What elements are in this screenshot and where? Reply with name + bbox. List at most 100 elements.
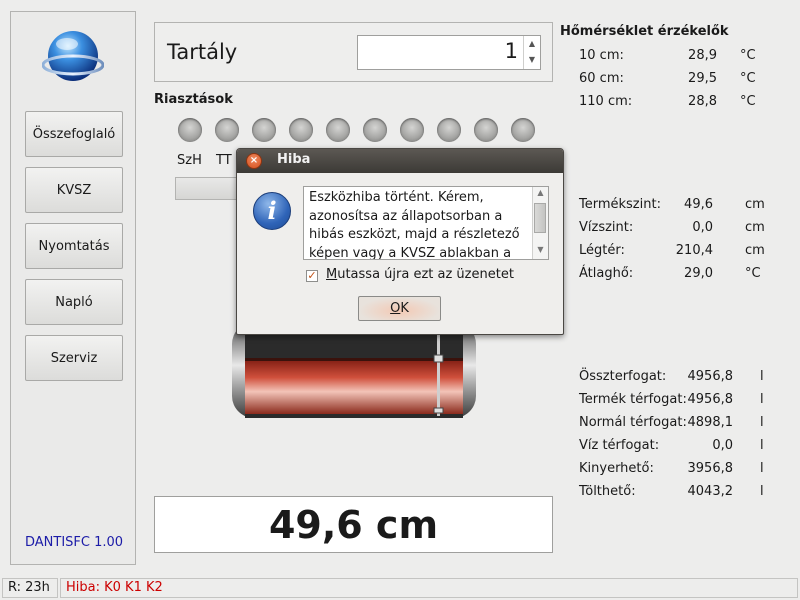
level-display: 49,6 cm [154,496,553,553]
logo-icon [42,31,104,81]
temp-value: 28,8 [688,94,717,109]
temp-label: 60 cm: [579,71,624,86]
volume-unit: l [760,392,764,407]
level-row-airspace: Légtér: 210,4 cm [579,243,779,261]
runtime-status: R: 23h [2,578,58,598]
alarm-led-8 [437,118,461,142]
dialog-title: Hiba [277,152,311,167]
alarm-led-10 [511,118,535,142]
tank-label: Tartály [167,40,238,64]
message-scrollbar[interactable]: ▲ ▼ [532,187,548,259]
volume-value: 0,0 [712,438,733,453]
alarm-led-4 [289,118,313,142]
level-unit: cm [745,197,765,212]
show-again-checkbox[interactable]: ✓ [306,270,318,282]
volume-label: Tölthető: [579,484,636,499]
version-label: DANTISFC 1.00 [25,535,124,550]
temp-value: 28,9 [688,48,717,63]
spinbox-arrows[interactable]: ▲ ▼ [523,36,540,69]
print-button[interactable]: Nyomtatás [25,223,123,269]
level-unit: °C [745,266,761,281]
temp-row-110cm: 110 cm: 28,8 °C [579,94,759,112]
volume-label: Összterfogat: [579,369,667,384]
kvsz-button-label: KVSZ [56,182,92,198]
level-value: 29,0 [684,266,713,281]
alarms-title: Riasztások [154,92,233,107]
volume-value: 4043,2 [687,484,734,499]
volume-row-fillable: Tölthető: 4043,2 l [579,484,779,502]
close-icon[interactable]: × [246,153,262,169]
level-value: 210,4 [675,243,713,258]
kvsz-button[interactable]: KVSZ [25,167,123,213]
level-value: 49,6 [684,197,713,212]
temp-unit: °C [740,94,756,109]
log-button[interactable]: Napló [25,279,123,325]
scrollbar-thumb[interactable] [534,203,546,233]
alarm-led-9 [474,118,498,142]
tank-graphic [232,322,476,418]
volume-value: 3956,8 [687,461,734,476]
alarm-led-7 [400,118,424,142]
level-value: 0,0 [692,220,713,235]
volume-row-product: Termék térfogat: 4956,8 l [579,392,779,410]
volume-unit: l [760,461,764,476]
chevron-up-icon[interactable]: ▲ [524,36,540,52]
level-row-avg-temp: Átlaghő: 29,0 °C [579,266,779,284]
service-button[interactable]: Szerviz [25,335,123,381]
level-unit: cm [745,243,765,258]
dialog-titlebar[interactable]: × Hiba [237,149,563,173]
level-label: Vízszint: [579,220,634,235]
temp-value: 29,5 [688,71,717,86]
level-label: Légtér: [579,243,625,258]
volume-label: Termék térfogat: [579,392,687,407]
log-button-label: Napló [55,294,93,310]
temp-label: 110 cm: [579,94,633,109]
service-button-label: Szerviz [50,350,98,366]
tank-number-spinbox[interactable]: 1 ▲ ▼ [357,35,541,70]
summary-button[interactable]: Összefoglaló [25,111,123,157]
volume-row-total: Összterfogat: 4956,8 l [579,369,779,387]
alarm-detail-bar [175,177,241,200]
level-label: Átlaghő: [579,266,634,281]
volume-unit: l [760,438,764,453]
volume-label: Víz térfogat: [579,438,660,453]
show-again-label[interactable]: Mutassa újra ezt az üzenetet [326,267,514,282]
temp-row-60cm: 60 cm: 29,5 °C [579,71,759,89]
error-status: Hiba: K0 K1 K2 [60,578,798,598]
temperature-sensors-title: Hőmérséklet érzékelők [560,24,729,39]
temp-unit: °C [740,48,756,63]
alarm-led-5 [326,118,350,142]
chevron-down-icon[interactable]: ▼ [524,52,540,68]
volume-unit: l [760,369,764,384]
level-row-product: Termékszint: 49,6 cm [579,197,779,215]
level-unit: cm [745,220,765,235]
print-button-label: Nyomtatás [38,238,110,254]
volume-row-water: Víz térfogat: 0,0 l [579,438,779,456]
chevron-down-icon[interactable]: ▼ [533,245,548,254]
ok-button-label: OK [390,301,409,316]
temp-row-10cm: 10 cm: 28,9 °C [579,48,759,66]
level-row-water: Vízszint: 0,0 cm [579,220,779,238]
alarm-led-6 [363,118,387,142]
volume-label: Normál térfogat: [579,415,687,430]
temp-unit: °C [740,71,756,86]
alarm-label-szh: SzH [177,153,202,168]
alarm-led-1 [178,118,202,142]
volume-label: Kinyerhető: [579,461,654,476]
info-icon: i [253,192,291,230]
tank-number-value: 1 [504,39,518,63]
check-icon: ✓ [307,269,317,282]
volume-row-normal: Normál térfogat: 4898,1 l [579,415,779,433]
ok-button[interactable]: OK [358,296,441,321]
volume-value: 4956,8 [687,369,734,384]
error-dialog: × Hiba i Eszközhiba történt. Kérem, azon… [236,148,564,335]
volume-value: 4956,8 [687,392,734,407]
chevron-up-icon[interactable]: ▲ [533,188,548,197]
show-again-label-text: Mutassa újra ezt az üzenetet [326,267,514,282]
alarm-led-3 [252,118,276,142]
dialog-message-box[interactable]: Eszközhiba történt. Kérem, azonosítsa az… [303,186,549,260]
volume-unit: l [760,415,764,430]
temp-label: 10 cm: [579,48,624,63]
summary-button-label: Összefoglaló [32,126,116,142]
status-bar: R: 23h Hiba: K0 K1 K2 [0,576,800,600]
